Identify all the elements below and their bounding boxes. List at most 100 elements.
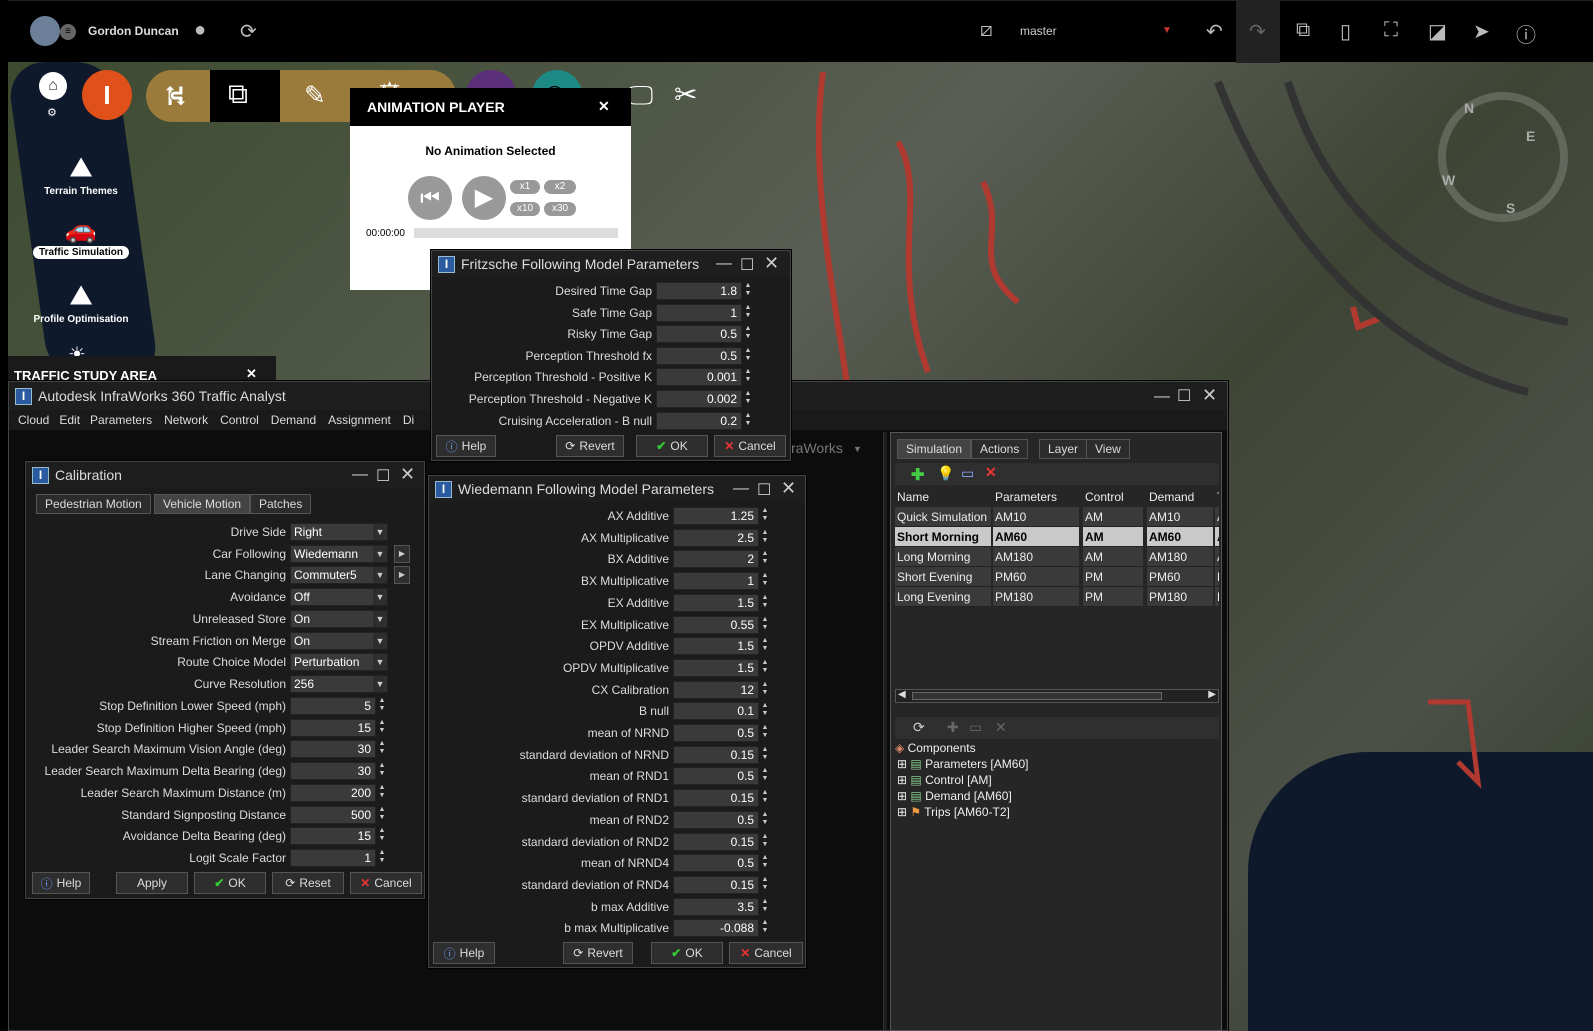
chevron-right-icon[interactable]: ▶ xyxy=(394,544,410,563)
compass[interactable]: N E W S xyxy=(1438,92,1568,222)
col-t[interactable]: T xyxy=(1215,487,1219,507)
spinner-arrows-icon[interactable]: ▲ ▼ xyxy=(760,876,770,894)
cancel-button[interactable]: ✕ Cancel xyxy=(729,942,803,964)
spinner-arrows-icon[interactable]: ▲ ▼ xyxy=(760,898,770,916)
minimize-icon[interactable]: — xyxy=(733,480,749,498)
param-value-input[interactable]: 2.5 xyxy=(673,528,759,547)
spinner-arrows-icon[interactable]: ▲ ▼ xyxy=(760,616,770,634)
col-demand[interactable]: Demand xyxy=(1147,487,1213,507)
ok-button[interactable]: ✔ OK xyxy=(194,872,266,894)
settings-icon[interactable]: ⚙ xyxy=(47,106,57,119)
col-parameters[interactable]: Parameters xyxy=(993,487,1079,507)
table-cell-parameters[interactable]: AM10 xyxy=(993,507,1079,527)
spinner-arrows-icon[interactable]: ▲ ▼ xyxy=(760,637,770,655)
table-cell-t[interactable]: A xyxy=(1215,507,1219,527)
spinner-arrows-icon[interactable]: ▲ ▼ xyxy=(760,594,770,612)
spinner-arrows-icon[interactable]: ▲ ▼ xyxy=(377,849,387,867)
home-button[interactable]: ⌂ xyxy=(39,72,67,100)
param-value-input[interactable]: 0.5 xyxy=(673,724,759,742)
param-value-input[interactable]: 1.5 xyxy=(673,637,759,656)
speed-x30-button[interactable]: x30 xyxy=(544,202,576,216)
timeline-slider[interactable] xyxy=(414,228,618,238)
table-cell-name[interactable]: Long Evening xyxy=(895,587,991,607)
spinner-arrows-icon[interactable]: ▲ ▼ xyxy=(377,719,387,737)
param-value-input[interactable]: -0.088 xyxy=(673,919,759,938)
add-icon[interactable]: ✚ xyxy=(947,719,959,736)
table-cell-t[interactable]: F xyxy=(1215,587,1219,607)
tree-root[interactable]: ◈ Components xyxy=(895,741,976,755)
measure-icon[interactable]: ◪ xyxy=(1428,19,1447,44)
table-cell-demand[interactable]: AM60 xyxy=(1147,527,1213,547)
pencil-icon[interactable]: ✎ xyxy=(304,80,326,111)
scroll-right-icon[interactable]: ▶ xyxy=(1208,689,1216,700)
scroll-thumb[interactable] xyxy=(912,692,1162,700)
chat-icon[interactable]: ● xyxy=(194,19,206,42)
spinner-arrows-icon[interactable]: ▲ ▼ xyxy=(743,304,753,322)
chevron-down-icon[interactable]: ▼ xyxy=(1162,25,1172,36)
table-cell-control[interactable]: AM xyxy=(1083,547,1143,567)
branch-selector[interactable]: master xyxy=(1020,24,1057,38)
play-button[interactable]: ▶ xyxy=(462,176,506,220)
spinner-arrows-icon[interactable]: ▲ ▼ xyxy=(760,507,770,525)
table-cell-control[interactable]: PM xyxy=(1083,587,1143,607)
spinner-arrows-icon[interactable]: ▲ ▼ xyxy=(760,833,770,851)
help-button[interactable]: ⓘ Help xyxy=(32,872,90,894)
param-value-input[interactable]: 0.15 xyxy=(673,745,759,764)
col-control[interactable]: Control xyxy=(1083,487,1143,507)
close-icon[interactable]: ✕ xyxy=(1202,385,1217,406)
sync-icon[interactable]: ⟳ xyxy=(240,19,257,44)
layers-icon[interactable]: ⧉ xyxy=(1296,19,1310,42)
col-name[interactable]: Name xyxy=(895,487,991,507)
table-cell-name[interactable]: Quick Simulation xyxy=(895,507,991,527)
revert-button[interactable]: ⟳ Revert xyxy=(563,942,633,964)
menu-parameters[interactable]: Parameters xyxy=(90,410,152,430)
app-logo-button[interactable]: I xyxy=(82,70,132,120)
tab-actions[interactable]: Actions xyxy=(971,439,1029,459)
param-value-input[interactable]: 30 xyxy=(290,740,376,759)
close-icon[interactable]: ✕ xyxy=(246,366,257,382)
table-cell-t[interactable]: A xyxy=(1215,547,1219,567)
spinner-arrows-icon[interactable]: ▲ ▼ xyxy=(760,811,770,829)
horizontal-scrollbar[interactable]: ◀ ▶ xyxy=(895,689,1219,703)
param-value-input[interactable]: 0.55 xyxy=(673,615,759,634)
param-value-input[interactable]: 0.1 xyxy=(673,702,759,721)
tree-item[interactable]: ⊞ ▤ Demand [AM60] xyxy=(897,789,1012,803)
spinner-arrows-icon[interactable]: ▲ ▼ xyxy=(377,762,387,780)
spinner-arrows-icon[interactable]: ▲ ▼ xyxy=(377,740,387,758)
param-value-input[interactable]: 0.5 xyxy=(673,810,759,829)
param-value-input[interactable]: 1 xyxy=(290,848,376,867)
ok-button[interactable]: ✔ OK xyxy=(651,942,723,964)
spinner-arrows-icon[interactable]: ▲ ▼ xyxy=(377,784,387,802)
ok-button[interactable]: ✔ OK xyxy=(636,435,708,457)
spinner-arrows-icon[interactable]: ▲ ▼ xyxy=(743,325,753,343)
window-icon[interactable]: ▭ xyxy=(969,719,982,736)
param-value-input[interactable]: 0.15 xyxy=(673,789,759,808)
maximize-icon[interactable]: ☐ xyxy=(757,480,771,500)
param-value-input[interactable]: 12 xyxy=(673,680,759,699)
table-cell-parameters[interactable]: PM60 xyxy=(993,567,1079,587)
param-value-input[interactable]: 0.002 xyxy=(656,390,742,408)
table-cell-name[interactable]: Short Morning xyxy=(895,527,991,547)
table-cell-parameters[interactable]: AM180 xyxy=(993,547,1079,567)
spinner-arrows-icon[interactable]: ▲ ▼ xyxy=(743,347,753,365)
menu-demand[interactable]: Demand xyxy=(271,410,316,430)
param-value-input[interactable]: 0.5 xyxy=(673,854,759,873)
spinner-arrows-icon[interactable]: ▲ ▼ xyxy=(377,827,387,845)
tab-patches[interactable]: Patches xyxy=(250,494,312,514)
redo-button[interactable]: ↷ xyxy=(1236,1,1280,63)
select-dropdown[interactable]: Commuter5 ▼ xyxy=(290,566,388,585)
param-value-input[interactable]: 0.5 xyxy=(656,346,742,365)
spinner-arrows-icon[interactable]: ▲ ▼ xyxy=(743,412,753,430)
spinner-arrows-icon[interactable]: ▲ ▼ xyxy=(760,659,770,677)
select-dropdown[interactable]: Wiedemann ▼ xyxy=(290,544,388,563)
param-value-input[interactable]: 15 xyxy=(290,827,376,846)
add-icon[interactable]: ✚ xyxy=(911,465,924,485)
table-cell-t[interactable]: F xyxy=(1215,567,1219,587)
table-cell-demand[interactable]: PM180 xyxy=(1147,587,1213,607)
menu-edit[interactable]: Edit xyxy=(59,410,80,430)
spinner-arrows-icon[interactable]: ▲ ▼ xyxy=(760,702,770,720)
table-cell-t[interactable]: A xyxy=(1215,527,1219,547)
table-cell-name[interactable]: Long Morning xyxy=(895,547,991,567)
tree-item[interactable]: ⊞ ▤ Control [AM] xyxy=(897,773,992,787)
select-dropdown[interactable]: Right ▼ xyxy=(290,523,388,541)
